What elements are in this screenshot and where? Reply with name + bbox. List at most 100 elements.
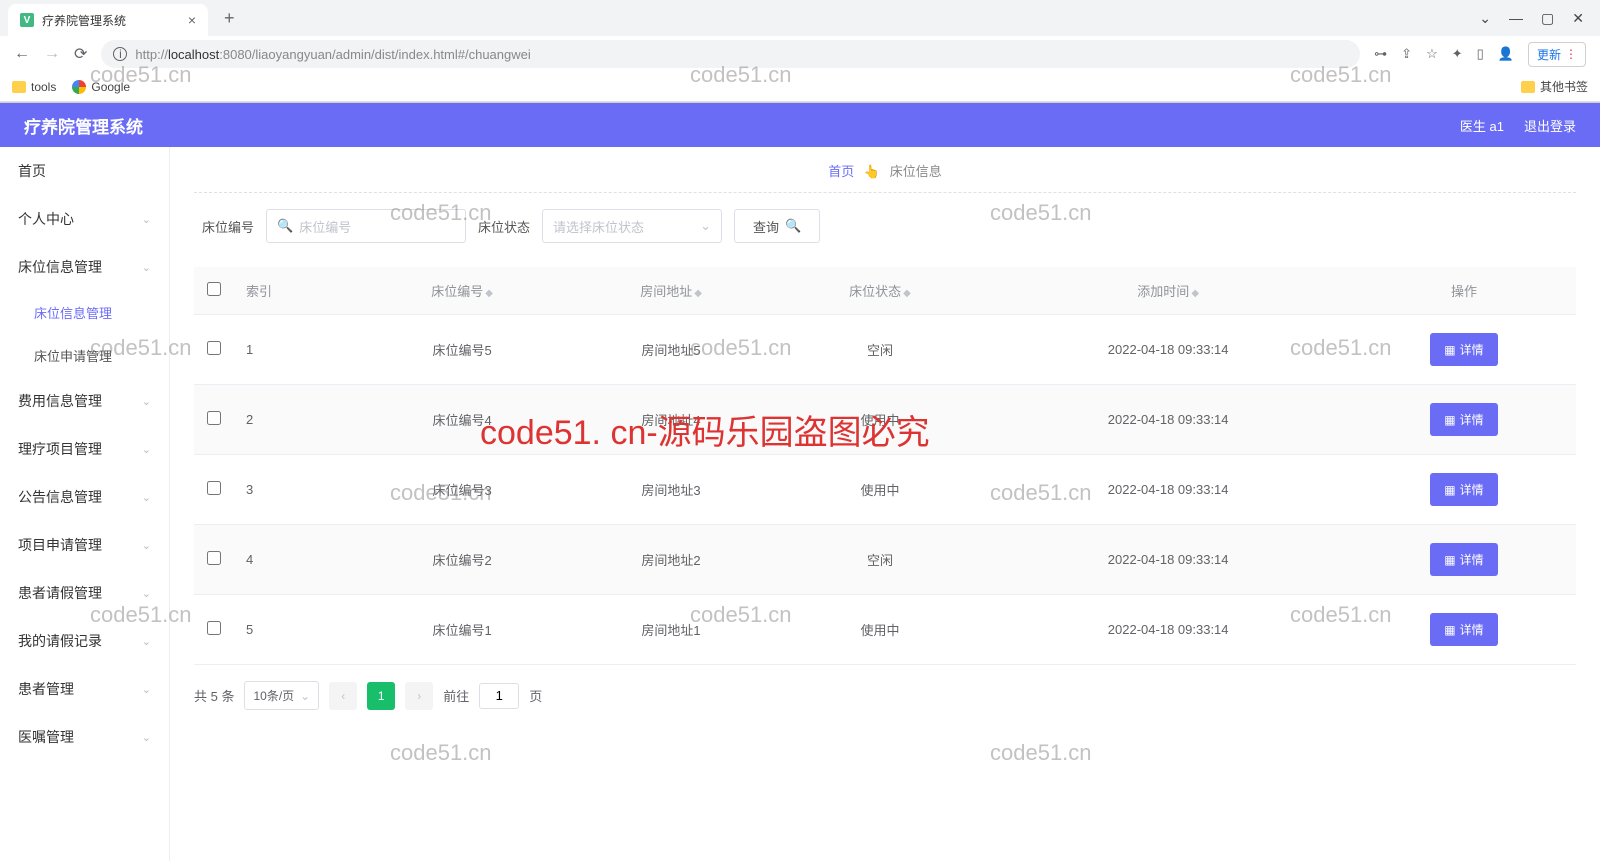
cell-status: 使用中 [776, 595, 985, 665]
reload-icon[interactable]: ⟳ [74, 44, 87, 64]
cell-index: 1 [234, 315, 358, 385]
search-icon: 🔍 [785, 218, 801, 234]
sort-icon[interactable]: ◆ [485, 288, 493, 299]
cell-time: 2022-04-18 09:33:14 [984, 315, 1352, 385]
update-button[interactable]: 更新 ⋮ [1528, 42, 1586, 67]
sort-icon[interactable]: ◆ [1191, 288, 1199, 299]
chevron-down-icon[interactable]: ⌄ [1479, 10, 1491, 27]
col-bed[interactable]: 床位编号 [431, 284, 483, 299]
select-all-checkbox[interactable] [207, 282, 221, 296]
col-index[interactable]: 索引 [246, 284, 272, 299]
google-icon [72, 80, 86, 94]
star-icon[interactable]: ☆ [1426, 46, 1438, 62]
query-button[interactable]: 查询 🔍 [734, 209, 820, 243]
app-header: 疗养院管理系统 医生 a1 退出登录 [0, 103, 1600, 147]
detail-button[interactable]: ▦ 详情 [1430, 473, 1497, 506]
sidebar-item[interactable]: 我的请假记录⌄ [0, 617, 169, 665]
cell-status: 使用中 [776, 455, 985, 525]
table-row: 2床位编号4房间地址4使用中2022-04-18 09:33:14▦ 详情 [194, 385, 1576, 455]
chevron-down-icon: ⌄ [142, 683, 151, 696]
row-checkbox[interactable] [207, 411, 221, 425]
sort-icon[interactable]: ◆ [903, 288, 911, 299]
cell-index: 2 [234, 385, 358, 455]
user-label[interactable]: 医生 a1 [1460, 116, 1504, 135]
sidebar-item[interactable]: 患者请假管理⌄ [0, 569, 169, 617]
close-window-icon[interactable]: ✕ [1572, 10, 1584, 27]
logout-link[interactable]: 退出登录 [1524, 116, 1576, 135]
bookmark-tools[interactable]: tools [12, 80, 56, 94]
data-table: 索引 床位编号◆ 房间地址◆ 床位状态◆ 添加时间◆ 操作 1床位编号5房间地址… [194, 267, 1576, 665]
page-number-button[interactable]: 1 [367, 682, 395, 710]
share-icon[interactable]: ⇪ [1401, 46, 1412, 62]
sidebar-sub-item[interactable]: 床位信息管理 [0, 291, 169, 334]
chevron-down-icon: ⌄ [142, 539, 151, 552]
sidebar: 首页个人中心⌄床位信息管理⌄床位信息管理床位申请管理费用信息管理⌄理疗项目管理⌄… [0, 147, 170, 861]
browser-tab[interactable]: V 疗养院管理系统 × [8, 4, 208, 36]
profile-icon[interactable]: 👤 [1498, 46, 1514, 62]
sidebar-item[interactable]: 公告信息管理⌄ [0, 473, 169, 521]
sidebar-item-label: 患者请假管理 [18, 583, 102, 603]
forward-icon[interactable]: → [44, 45, 60, 63]
filter-bed-label: 床位编号 [202, 217, 254, 236]
row-checkbox[interactable] [207, 481, 221, 495]
tab-bar: V 疗养院管理系统 × + ⌄ — ▢ ✕ [0, 0, 1600, 36]
col-time[interactable]: 添加时间 [1137, 284, 1189, 299]
cell-bed: 床位编号5 [358, 315, 567, 385]
cell-time: 2022-04-18 09:33:14 [984, 455, 1352, 525]
bookmark-bar: tools Google 其他书签 [0, 72, 1600, 102]
row-checkbox[interactable] [207, 341, 221, 355]
next-page-button[interactable]: › [405, 682, 433, 710]
sort-icon[interactable]: ◆ [694, 288, 702, 299]
prev-page-button[interactable]: ‹ [329, 682, 357, 710]
cell-room: 房间地址3 [567, 455, 776, 525]
goto-prefix: 前往 [443, 686, 469, 705]
bed-search-input[interactable]: 🔍 床位编号 [266, 209, 466, 243]
detail-button[interactable]: ▦ 详情 [1430, 543, 1497, 576]
cell-bed: 床位编号2 [358, 525, 567, 595]
sidebar-item[interactable]: 床位信息管理⌄ [0, 243, 169, 291]
sidebar-sub-item[interactable]: 床位申请管理 [0, 334, 169, 377]
chevron-down-icon: ⌄ [142, 395, 151, 408]
search-icon: 🔍 [277, 218, 293, 234]
detail-button[interactable]: ▦ 详情 [1430, 613, 1497, 646]
back-icon[interactable]: ← [14, 45, 30, 63]
breadcrumb-home[interactable]: 首页 [828, 164, 854, 179]
table-row: 3床位编号3房间地址3使用中2022-04-18 09:33:14▦ 详情 [194, 455, 1576, 525]
detail-button[interactable]: ▦ 详情 [1430, 333, 1497, 366]
new-tab-button[interactable]: + [216, 8, 243, 29]
sidebar-item[interactable]: 患者管理⌄ [0, 665, 169, 713]
sidebar-item[interactable]: 项目申请管理⌄ [0, 521, 169, 569]
extensions-icon[interactable]: ✦ [1452, 46, 1463, 62]
sidebar-item[interactable]: 首页 [0, 147, 169, 195]
sidebar-item[interactable]: 理疗项目管理⌄ [0, 425, 169, 473]
sidebar-item[interactable]: 个人中心⌄ [0, 195, 169, 243]
col-status[interactable]: 床位状态 [849, 284, 901, 299]
panel-icon[interactable]: ▯ [1477, 46, 1484, 62]
info-icon[interactable]: i [113, 47, 127, 61]
cell-status: 空闲 [776, 315, 985, 385]
cell-room: 房间地址1 [567, 595, 776, 665]
sidebar-item[interactable]: 医嘱管理⌄ [0, 713, 169, 761]
col-room[interactable]: 房间地址 [640, 284, 692, 299]
bookmark-other[interactable]: 其他书签 [1521, 78, 1588, 95]
detail-button[interactable]: ▦ 详情 [1430, 403, 1497, 436]
sidebar-item[interactable]: 费用信息管理⌄ [0, 377, 169, 425]
status-select[interactable]: 请选择床位状态 ⌄ [542, 209, 722, 243]
row-checkbox[interactable] [207, 551, 221, 565]
vue-favicon: V [20, 13, 34, 27]
row-checkbox[interactable] [207, 621, 221, 635]
bookmark-google[interactable]: Google [72, 80, 130, 94]
goto-input[interactable] [479, 683, 519, 709]
chevron-down-icon: ⌄ [700, 218, 711, 234]
per-page-select[interactable]: 10条/页⌄ [244, 681, 319, 710]
maximize-icon[interactable]: ▢ [1541, 10, 1554, 27]
filter-status-label: 床位状态 [478, 217, 530, 236]
sidebar-item-label: 我的请假记录 [18, 631, 102, 651]
document-icon: ▦ [1444, 483, 1455, 497]
close-icon[interactable]: × [188, 12, 196, 28]
url-input[interactable]: i http://localhost:8080/liaoyangyuan/adm… [101, 40, 1360, 68]
filter-row: 床位编号 🔍 床位编号 床位状态 请选择床位状态 ⌄ 查询 🔍 [194, 209, 1576, 243]
minimize-icon[interactable]: — [1509, 10, 1523, 27]
table-row: 5床位编号1房间地址1使用中2022-04-18 09:33:14▦ 详情 [194, 595, 1576, 665]
key-icon[interactable]: ⊶ [1374, 46, 1387, 62]
